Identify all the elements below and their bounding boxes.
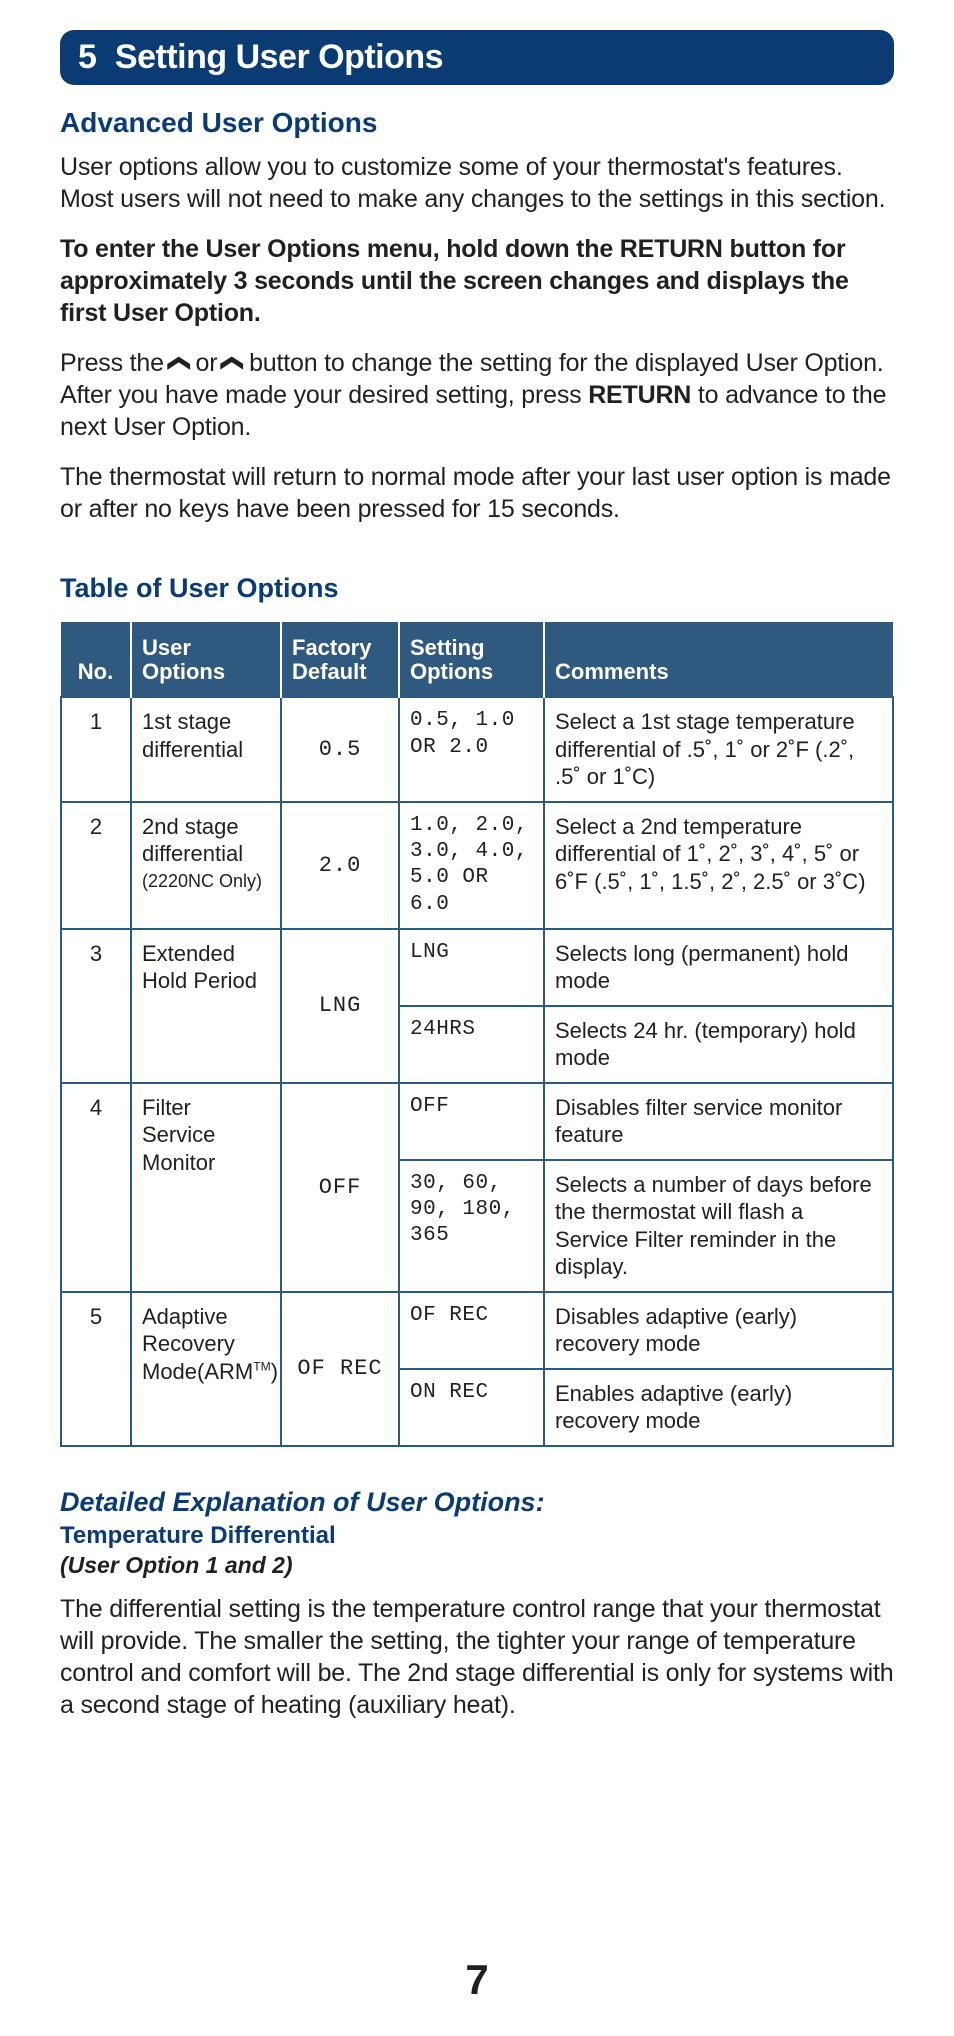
cell-default: 0.5 <box>281 697 399 802</box>
cell-setting: 24HRS <box>399 1006 544 1083</box>
cell-setting: OFF <box>399 1083 544 1160</box>
detail-note: (User Option 1 and 2) <box>60 1552 894 1579</box>
cell-default: OFF <box>281 1083 399 1292</box>
cell-comment: Select a 2nd temperature differential of… <box>544 802 893 929</box>
p3-text-a: Press the <box>60 349 171 377</box>
cell-setting: 1.0, 2.0, 3.0, 4.0, 5.0 OR 6.0 <box>399 802 544 929</box>
cell-no: 4 <box>61 1083 131 1292</box>
advanced-p4: The thermostat will return to normal mod… <box>60 461 894 525</box>
return-label: RETURN <box>588 381 691 409</box>
cell-comment: Selects a number of days before the ther… <box>544 1160 893 1292</box>
cell-default: 2.0 <box>281 802 399 929</box>
detail-body: The differential setting is the temperat… <box>60 1593 894 1721</box>
user-options-table: No. User Options Factory Default Setting… <box>60 622 894 1447</box>
cell-option: Extended Hold Period <box>131 929 281 1083</box>
cell-comment: Selects 24 hr. (temporary) hold mode <box>544 1006 893 1083</box>
down-arrow-icon: ❯ <box>219 354 247 372</box>
cell-default: LNG <box>281 929 399 1083</box>
cell-comment: Select a 1st stage temperature different… <box>544 697 893 802</box>
cell-setting: OF REC <box>399 1292 544 1369</box>
th-no: No. <box>61 622 131 697</box>
cell-no: 2 <box>61 802 131 929</box>
cell-comment: Disables adaptive (early) recovery mode <box>544 1292 893 1369</box>
up-arrow-icon: ❮ <box>166 354 194 372</box>
cell-no: 3 <box>61 929 131 1083</box>
cell-setting: ON REC <box>399 1369 544 1446</box>
detail-heading: Detailed Explanation of User Options: <box>60 1487 894 1518</box>
table-row: 4Filter Service MonitorOFFOFFDisables fi… <box>61 1083 893 1160</box>
cell-setting: 30, 60, 90, 180, 365 <box>399 1160 544 1292</box>
section-title: Setting User Options <box>115 38 443 77</box>
cell-setting: LNG <box>399 929 544 1006</box>
cell-option: 2nd stage differential(2220NC Only) <box>131 802 281 929</box>
th-factory-default: Factory Default <box>281 622 399 697</box>
advanced-p2-instructions: To enter the User Options menu, hold dow… <box>60 233 894 329</box>
table-row: 5Adaptive Recovery Mode(ARMTM)OF RECOF R… <box>61 1292 893 1369</box>
cell-option-note: (2220NC Only) <box>142 870 270 893</box>
cell-option: Adaptive Recovery Mode(ARMTM) <box>131 1292 281 1446</box>
advanced-p1: User options allow you to customize some… <box>60 151 894 215</box>
table-row: 22nd stage differential(2220NC Only)2.01… <box>61 802 893 929</box>
table-heading: Table of User Options <box>60 573 894 604</box>
cell-comment: Enables adaptive (early) recovery mode <box>544 1369 893 1446</box>
cell-default: OF REC <box>281 1292 399 1446</box>
section-number: 5 <box>78 38 97 77</box>
cell-option: Filter Service Monitor <box>131 1083 281 1292</box>
cell-comment: Selects long (permanent) hold mode <box>544 929 893 1006</box>
advanced-p3: Press the ❮ or ❯ button to change the se… <box>60 347 894 443</box>
page-number: 7 <box>0 1956 954 2004</box>
section-header-bar: 5 Setting User Options <box>60 30 894 85</box>
cell-setting: 0.5, 1.0 OR 2.0 <box>399 697 544 802</box>
advanced-heading: Advanced User Options <box>60 107 894 139</box>
cell-no: 1 <box>61 697 131 802</box>
cell-no: 5 <box>61 1292 131 1446</box>
cell-option: 1st stage differential <box>131 697 281 802</box>
table-row: 3Extended Hold PeriodLNGLNGSelects long … <box>61 929 893 1006</box>
table-header-row: No. User Options Factory Default Setting… <box>61 622 893 697</box>
th-setting-options: Setting Options <box>399 622 544 697</box>
th-user-options: User Options <box>131 622 281 697</box>
detail-subheading: Temperature Differential <box>60 1522 894 1550</box>
cell-comment: Disables filter service monitor feature <box>544 1083 893 1160</box>
th-comments: Comments <box>544 622 893 697</box>
table-row: 11st stage differential0.50.5, 1.0 OR 2.… <box>61 697 893 802</box>
